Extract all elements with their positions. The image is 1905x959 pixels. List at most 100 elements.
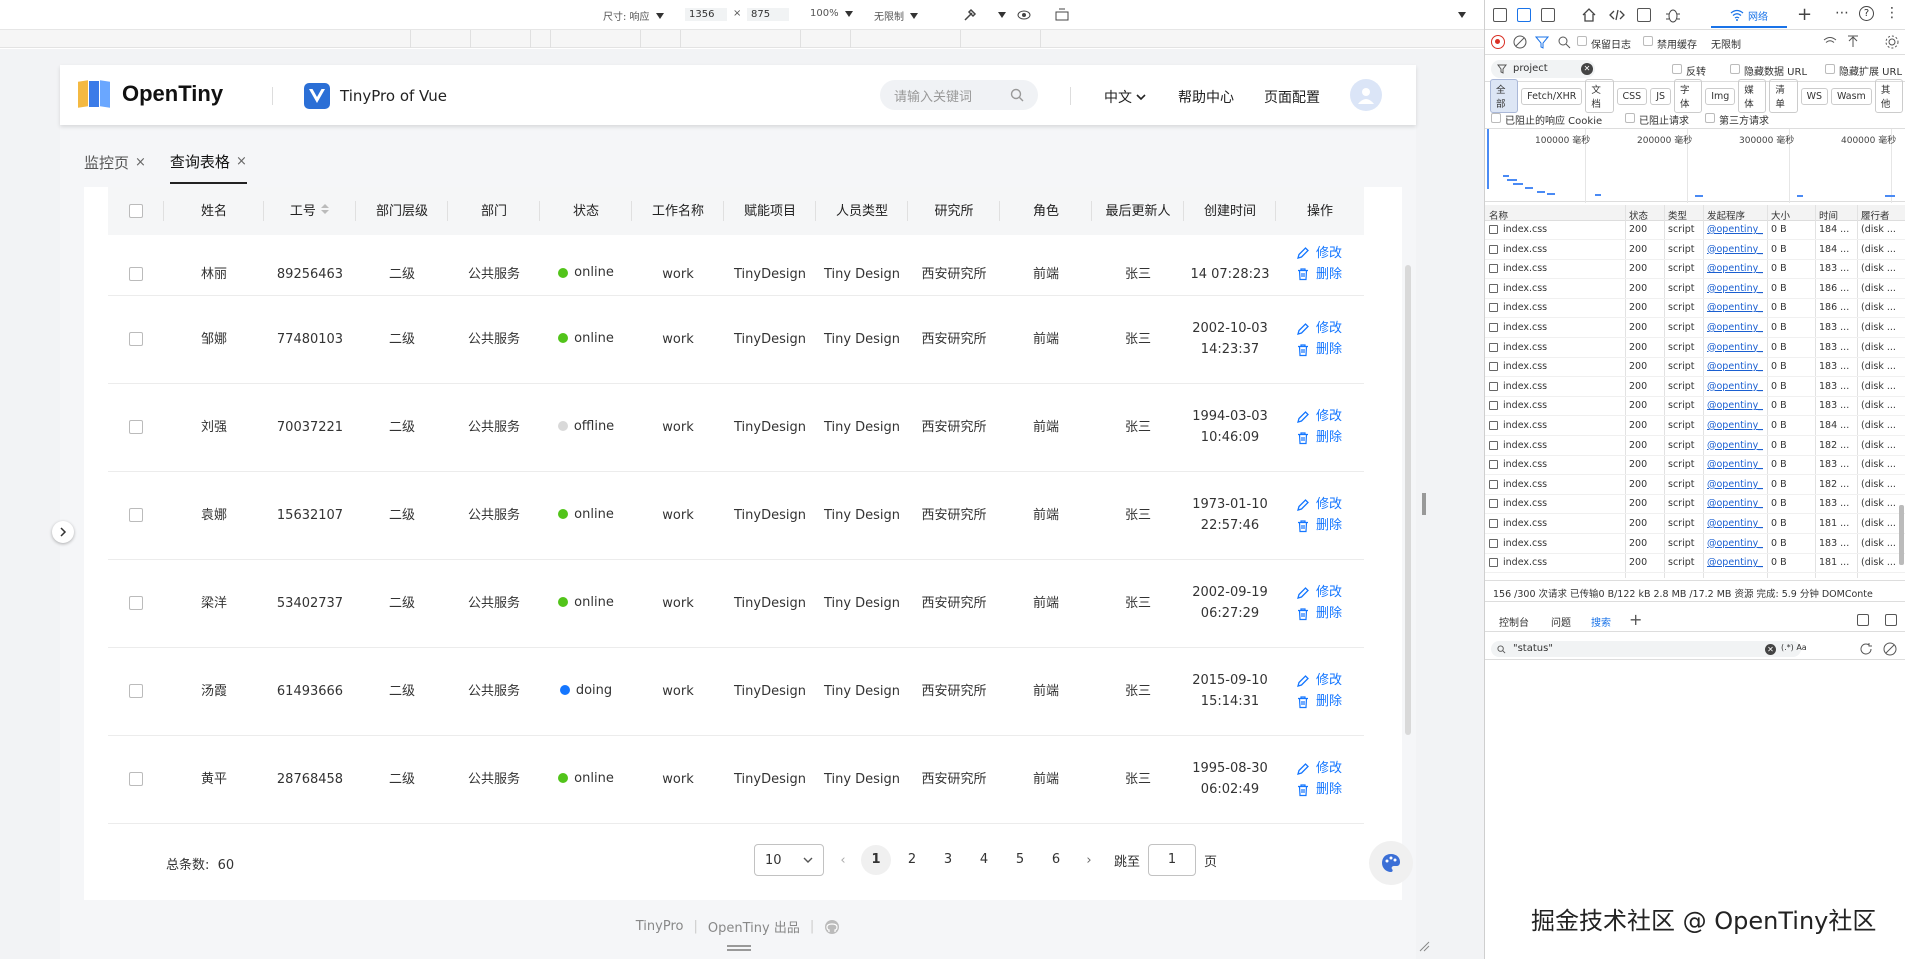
request-row[interactable]: index.css 200 script @opentiny_vu 0 B 183 ...…	[1485, 358, 1905, 378]
network-overview-timeline[interactable]: 100000 毫秒 200000 毫秒 300000 毫秒 400000 毫秒	[1485, 128, 1905, 203]
row-checkbox[interactable]	[129, 267, 143, 281]
edit-button[interactable]: 修改	[1296, 758, 1360, 779]
delete-button[interactable]: 删除	[1296, 691, 1360, 712]
third-party-checkbox[interactable]	[1705, 113, 1715, 123]
column-header[interactable]: 大小	[1771, 208, 1790, 222]
footer-opentiny[interactable]: OpenTiny 出品	[708, 917, 800, 936]
request-list[interactable]: index.css 200 script @opentiny_vu 0 B 184 ...…	[1485, 221, 1905, 578]
disable-cache-checkbox[interactable]	[1643, 36, 1653, 46]
avatar[interactable]	[1350, 79, 1382, 111]
data-table-wrapper[interactable]: 姓名 工号 部门层级 部门 状态 工作名称 赋能项目 人员类型 研究所 角色 最…	[108, 187, 1364, 827]
request-initiator[interactable]: @opentiny_vu	[1707, 538, 1763, 549]
request-row[interactable]: index.css 200 script @opentiny_vu 0 B 183 ...…	[1485, 456, 1905, 476]
chevron-down-icon[interactable]	[998, 12, 1006, 18]
edit-button[interactable]: 修改	[1296, 318, 1360, 339]
request-initiator[interactable]: @opentiny_vu	[1707, 557, 1763, 568]
edit-button[interactable]: 修改	[1296, 406, 1360, 427]
request-initiator[interactable]: @opentiny_vu	[1707, 224, 1763, 235]
request-row[interactable]: index.css 200 script @opentiny_vu 0 B 184 ...…	[1485, 241, 1905, 260]
request-row[interactable]: index.css 200 script @opentiny_vu 0 B 183 ...…	[1485, 397, 1905, 417]
clear-icon[interactable]	[1513, 35, 1527, 49]
type-filter-ws[interactable]: WS	[1800, 87, 1828, 105]
edit-button[interactable]: 修改	[1296, 670, 1360, 691]
delete-button[interactable]: 删除	[1296, 603, 1360, 624]
row-checkbox[interactable]	[129, 420, 143, 434]
delete-button[interactable]: 删除	[1296, 339, 1360, 360]
table-row[interactable]: 邹娜 77480103 二级 公共服务 online work TinyDesign Tiny…	[108, 295, 1364, 384]
console-icon[interactable]	[1637, 8, 1651, 22]
code-icon[interactable]	[1609, 7, 1625, 23]
add-tab-icon[interactable]: +	[1797, 4, 1812, 25]
filter-icon[interactable]	[1535, 35, 1549, 49]
request-initiator[interactable]: @opentiny_vu	[1707, 479, 1763, 490]
type-filter-css[interactable]: CSS	[1616, 87, 1648, 105]
search-icon[interactable]	[1557, 35, 1571, 49]
request-row[interactable]: index.css 200 script @opentiny_vu 0 B 181 ...…	[1485, 515, 1905, 534]
close-icon[interactable]: ×	[236, 154, 247, 169]
blocked-cookies-checkbox[interactable]	[1491, 113, 1501, 123]
request-row[interactable]: index.css 200 script @opentiny_vu 0 B 183 ...…	[1485, 319, 1905, 338]
delete-button[interactable]: 删除	[1296, 779, 1360, 800]
type-filter-js[interactable]: JS	[1650, 87, 1672, 105]
request-initiator[interactable]: @opentiny_vu	[1707, 459, 1763, 470]
table-row[interactable]: 林丽 89256463 二级 公共服务 online work TinyDesi…	[108, 235, 1364, 296]
column-header-id[interactable]: 工号	[264, 187, 356, 235]
request-initiator[interactable]: @opentiny_vu	[1707, 361, 1763, 372]
page-3[interactable]: 3	[930, 845, 966, 875]
footer-tinypro[interactable]: TinyPro	[636, 919, 684, 934]
add-drawer-tab-icon[interactable]: +	[1629, 610, 1642, 629]
bug-icon[interactable]	[1665, 6, 1681, 24]
width-input[interactable]: 1356	[685, 8, 727, 21]
request-initiator[interactable]: @opentiny_vu	[1707, 322, 1763, 333]
sensor-icon[interactable]	[962, 7, 978, 23]
panel-icon[interactable]	[1541, 8, 1555, 22]
edit-button[interactable]: 修改	[1296, 243, 1360, 264]
invert-checkbox[interactable]	[1672, 64, 1682, 74]
request-initiator[interactable]: @opentiny_vu	[1707, 420, 1763, 431]
page-5[interactable]: 5	[1002, 845, 1038, 875]
row-checkbox[interactable]	[129, 332, 143, 346]
select-all-checkbox[interactable]	[129, 204, 143, 218]
height-input[interactable]: 875	[747, 8, 789, 21]
jump-input[interactable]: 1	[1148, 844, 1197, 876]
request-row[interactable]: index.css 200 script @opentiny_vu 0 B 184 ...…	[1485, 417, 1905, 436]
table-row[interactable]: 刘强 70037221 二级 公共服务 offline work TinyDesign Tin…	[108, 383, 1364, 472]
close-devtools-icon[interactable]: ⋮	[1885, 5, 1899, 21]
drawer-tab-issues[interactable]: 问题	[1551, 614, 1571, 629]
hide-data-url-checkbox[interactable]	[1730, 64, 1740, 74]
clear-search-icon[interactable]: ✕	[1765, 644, 1776, 655]
request-initiator[interactable]: @opentiny_vu	[1707, 244, 1763, 255]
table-row[interactable]: 梁洋 53402737 二级 公共服务 online work TinyDesign Tiny…	[108, 559, 1364, 648]
device-toggle-icon[interactable]	[1517, 8, 1531, 22]
refresh-icon[interactable]	[1859, 642, 1873, 656]
type-filter-xhr[interactable]: Fetch/XHR	[1521, 87, 1583, 105]
viewport-bottom-handle[interactable]	[727, 945, 751, 951]
zoom-dropdown[interactable]: 100%	[810, 8, 853, 19]
drawer-tab-search[interactable]: 搜索	[1591, 614, 1611, 629]
home-icon[interactable]	[1581, 7, 1597, 23]
help-center-link[interactable]: 帮助中心	[1178, 87, 1234, 107]
request-row[interactable]: index.css 200 script @opentiny_vu 0 B 184 ...…	[1485, 221, 1905, 240]
delete-button[interactable]: 删除	[1296, 264, 1360, 285]
close-icon[interactable]: ×	[135, 155, 146, 170]
request-initiator[interactable]: @opentiny_vu	[1707, 263, 1763, 274]
blocked-requests-checkbox[interactable]	[1625, 113, 1635, 123]
request-initiator[interactable]: @opentiny_vu	[1707, 283, 1763, 294]
page-6[interactable]: 6	[1038, 845, 1074, 875]
throttle-select[interactable]: 无限制	[1711, 36, 1741, 51]
request-initiator[interactable]: @opentiny_vu	[1707, 342, 1763, 353]
edit-button[interactable]: 修改	[1296, 494, 1360, 515]
page-2[interactable]: 2	[894, 845, 930, 875]
prev-page-button[interactable]: ‹	[828, 853, 858, 868]
tab-query-table[interactable]: 查询表格 ×	[169, 151, 247, 184]
page-size-select[interactable]: 10	[754, 844, 824, 876]
request-row[interactable]: index.css 200 script @opentiny_vu 0 B 183 ...…	[1485, 535, 1905, 554]
column-header[interactable]: 名称	[1489, 208, 1508, 222]
column-header[interactable]: 履行者	[1861, 208, 1890, 222]
row-checkbox[interactable]	[129, 684, 143, 698]
tab-network[interactable]: 网络	[1711, 4, 1787, 28]
dock-icon[interactable]	[1857, 614, 1869, 626]
close-drawer-icon[interactable]	[1885, 614, 1897, 626]
search-drawer-input[interactable]: "status"	[1491, 641, 1801, 657]
help-icon[interactable]: ?	[1859, 6, 1874, 21]
